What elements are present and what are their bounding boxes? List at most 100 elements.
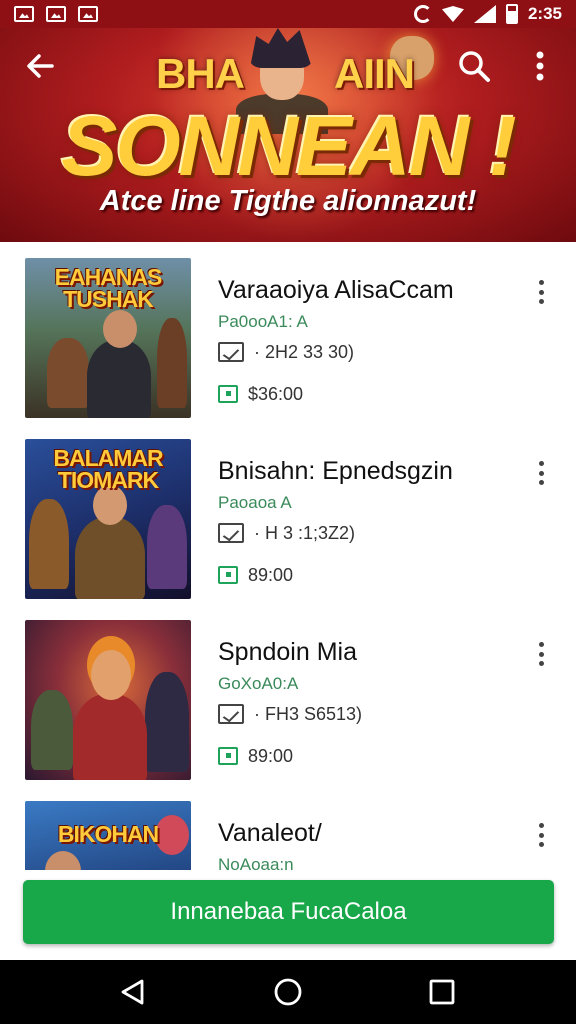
calendar-check-icon — [218, 704, 244, 724]
game-info: Varaaoiya AlisaCcam Pa0ooA1: A · 2H2 33 … — [218, 276, 518, 406]
game-title: Varaaoiya AlisaCcam — [218, 276, 454, 304]
system-icons: 2:35 — [413, 4, 562, 24]
gallery-icon — [46, 6, 66, 22]
list-item[interactable]: BALAMAR TIOMARK Bnisahn: Epnedsgzin Paoa… — [0, 423, 576, 603]
cover-hero-body — [87, 340, 151, 418]
game-info: Spndoin Mia GoXoA0:A · FH3 S6513) 89:00 — [218, 638, 518, 768]
system-navigation-bar — [0, 960, 576, 1024]
hero-hair — [250, 28, 312, 68]
search-button[interactable] — [448, 40, 500, 92]
kebab-dot — [538, 470, 544, 476]
notification-icons — [14, 6, 98, 22]
release-date: · FH3 S6513) — [254, 703, 363, 724]
list-item[interactable]: Spndoin Mia GoXoA0:A · FH3 S6513) 89:00 — [0, 604, 576, 784]
flag-icon — [78, 6, 98, 22]
list-item[interactable]: EAHANAS TUSHAK Varaaoiya AlisaCcam Pa0oo… — [0, 242, 576, 422]
price-row: $36:00 — [218, 382, 518, 406]
cover-ally-figure — [29, 499, 69, 589]
arrow-back-icon — [27, 54, 54, 78]
cover-building — [47, 338, 89, 408]
kebab-dot — [538, 299, 544, 304]
kebab-dot — [538, 661, 544, 666]
price-row: 89:00 — [218, 563, 518, 587]
nav-back-button[interactable] — [109, 970, 157, 1014]
kebab-dot — [538, 280, 544, 285]
kebab-dot — [538, 461, 544, 466]
cover-hero-head — [45, 851, 81, 870]
release-date-row: · FH3 S6513) — [218, 702, 518, 726]
cta-container: Innanebaa FucaCaloa — [0, 870, 576, 960]
price-tag-icon — [218, 566, 238, 584]
screen: 2:35 BHA AIIN SONNEAN ! Atce line Tigthe… — [0, 0, 576, 1024]
game-price: 89:00 — [248, 564, 294, 585]
search-icon — [459, 51, 490, 82]
clock: 2:35 — [527, 4, 562, 23]
header-banner: BHA AIIN SONNEAN ! Atce line Tigthe alio… — [0, 28, 576, 242]
more-vert-icon — [536, 51, 544, 81]
page-subtitle: Atce line Tigthe alionnazut! — [99, 185, 477, 217]
more-options-button[interactable] — [514, 40, 566, 92]
kebab-dot — [538, 823, 544, 828]
item-more-button[interactable] — [528, 278, 554, 306]
calendar-check-icon — [218, 523, 244, 543]
price-row: 89:00 — [218, 744, 518, 768]
game-cover: BALAMAR TIOMARK — [25, 439, 191, 599]
game-cover: BIKOHAN — [25, 801, 191, 870]
back-button[interactable] — [14, 40, 66, 92]
kebab-dot — [538, 289, 544, 295]
game-cover: EAHANAS TUSHAK — [25, 258, 191, 418]
game-genre: Pa0ooA1: A — [218, 312, 308, 331]
release-date-row: · 2H2 33 30) — [218, 340, 518, 364]
game-title: Bnisahn: Epnedsgzin — [218, 457, 453, 485]
kebab-dot — [538, 480, 544, 485]
item-more-button[interactable] — [528, 821, 554, 849]
cover-building — [157, 318, 187, 408]
sync-icon — [413, 5, 432, 23]
cover-hero-body — [73, 694, 147, 780]
signal-icon — [473, 5, 496, 23]
game-info: Vanaleot/ NoAoaa:n — [218, 819, 518, 870]
calendar-check-icon — [218, 342, 244, 362]
game-info: Bnisahn: Epnedsgzin Paoaoa A · H 3 :1;3Z… — [218, 457, 518, 587]
kebab-dot — [538, 642, 544, 647]
banner-top-text-left: BHA — [156, 50, 245, 97]
nav-recents-button[interactable] — [418, 970, 466, 1014]
release-date: · H 3 :1;3Z2) — [254, 522, 356, 543]
cover-hero-body — [75, 517, 145, 599]
triangle-back-icon — [121, 979, 144, 1005]
cover-logo: EAHANAS TUSHAK — [54, 264, 163, 312]
game-price: $36:00 — [248, 383, 304, 404]
game-price: 89:00 — [248, 745, 294, 766]
circle-home-icon — [274, 978, 302, 1006]
cover-ally-figure — [31, 690, 73, 770]
list-item[interactable]: BIKOHAN Vanaleot/ NoAoaa:n — [0, 785, 576, 870]
primary-action-button[interactable]: Innanebaa FucaCaloa — [23, 880, 554, 944]
kebab-dot — [538, 842, 544, 847]
cover-ally-figure — [145, 672, 189, 772]
cover-logo: BIKOHAN — [57, 821, 159, 847]
price-tag-icon — [218, 385, 238, 403]
image-icon — [14, 6, 34, 22]
battery-icon — [505, 4, 518, 24]
cover-logo: BALAMAR TIOMARK — [53, 445, 163, 493]
nav-home-button[interactable] — [264, 970, 312, 1014]
banner-top-text-right: AIIN — [334, 50, 415, 97]
cover-ally-figure — [147, 505, 187, 589]
kebab-dot — [538, 832, 544, 838]
game-genre: NoAoaa:n — [218, 855, 294, 870]
game-genre: Paoaoa A — [218, 493, 292, 512]
cover-hero-head — [91, 650, 131, 700]
release-date: · 2H2 33 30) — [254, 341, 355, 362]
item-more-button[interactable] — [528, 459, 554, 487]
release-date-row: · H 3 :1;3Z2) — [218, 521, 518, 545]
wifi-icon — [441, 6, 464, 22]
item-more-button[interactable] — [528, 640, 554, 668]
game-list[interactable]: EAHANAS TUSHAK Varaaoiya AlisaCcam Pa0oo… — [0, 242, 576, 870]
price-tag-icon — [218, 747, 238, 765]
page-title: SONNEAN ! — [61, 99, 516, 193]
game-title: Vanaleot/ — [218, 819, 322, 847]
kebab-dot — [538, 651, 544, 657]
square-recents-icon — [429, 979, 455, 1005]
game-title: Spndoin Mia — [218, 638, 357, 666]
status-bar: 2:35 — [0, 0, 576, 28]
